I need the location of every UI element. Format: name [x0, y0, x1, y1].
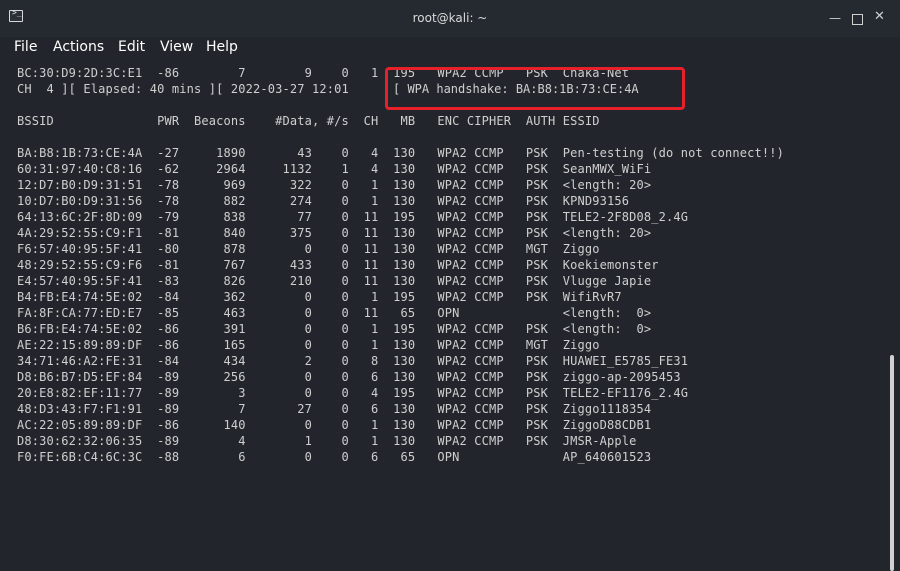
menu-bar: File Actions Edit View Help: [0, 37, 900, 59]
table-header: BSSID PWR Beacons #Data, #/s CH MB ENC C…: [17, 114, 600, 128]
table-row: B6:FB:E4:74:5E:02 -86 391 0 0 1 195 WPA2…: [17, 322, 652, 336]
scrollbar-thumb[interactable]: [890, 355, 894, 571]
table-row: AC:22:05:89:89:DF -86 140 0 0 1 130 WPA2…: [17, 418, 652, 432]
table-row: D8:B6:B7:D5:EF:84 -89 256 0 0 6 130 WPA2…: [17, 370, 681, 384]
menu-view[interactable]: View: [160, 39, 193, 55]
maximize-button[interactable]: [852, 14, 863, 25]
title-bar: >_ root@kali: ~ — ✕: [0, 0, 900, 37]
table-row: 10:D7:B0:D9:31:56 -78 882 274 0 1 130 WP…: [17, 194, 630, 208]
scrollbar[interactable]: [886, 59, 900, 571]
handshake-highlight-box: [385, 67, 685, 110]
minimize-button[interactable]: —: [829, 11, 841, 25]
table-row: FA:8F:CA:77:ED:E7 -85 463 0 0 11 65 OPN …: [17, 306, 652, 320]
table-row: 20:E8:82:EF:11:77 -89 3 0 0 4 195 WPA2 C…: [17, 386, 689, 400]
menu-file[interactable]: File: [14, 39, 37, 55]
table-row: 12:D7:B0:D9:31:51 -78 969 322 0 1 130 WP…: [17, 178, 652, 192]
table-row: 48:D3:43:F7:F1:91 -89 7 27 0 6 130 WPA2 …: [17, 402, 652, 416]
menu-help[interactable]: Help: [206, 39, 238, 55]
table-row: 64:13:6C:2F:8D:09 -79 838 77 0 11 195 WP…: [17, 210, 689, 224]
table-row: 60:31:97:40:C8:16 -62 2964 1132 1 4 130 …: [17, 162, 652, 176]
table-row: AE:22:15:89:89:DF -86 165 0 0 1 130 WPA2…: [17, 338, 600, 352]
table-row: F0:FE:6B:C4:6C:3C -88 6 0 0 6 65 OPN AP_…: [17, 450, 652, 464]
table-row: 4A:29:52:55:C9:F1 -81 840 375 0 11 130 W…: [17, 226, 652, 240]
close-button[interactable]: ✕: [874, 10, 885, 24]
window-title: root@kali: ~: [412, 11, 488, 25]
table-row: B4:FB:E4:74:5E:02 -84 362 0 0 1 195 WPA2…: [17, 290, 622, 304]
menu-edit[interactable]: Edit: [118, 39, 145, 55]
table-row: F6:57:40:95:5F:41 -80 878 0 0 11 130 WPA…: [17, 242, 600, 256]
table-row: 34:71:46:A2:FE:31 -84 434 2 0 8 130 WPA2…: [17, 354, 689, 368]
table-row: 48:29:52:55:C9:F6 -81 767 433 0 11 130 W…: [17, 258, 659, 272]
table-row: BA:B8:1B:73:CE:4A -27 1890 43 0 4 130 WP…: [17, 146, 784, 160]
table-row: D8:30:62:32:06:35 -89 4 1 0 1 130 WPA2 C…: [17, 434, 637, 448]
terminal-status-line: CH 4 ][ Elapsed: 40 mins ][ 2022-03-27 1…: [17, 82, 357, 96]
table-row: E4:57:40:95:5F:41 -83 826 210 0 11 130 W…: [17, 274, 652, 288]
menu-actions[interactable]: Actions: [53, 39, 104, 55]
